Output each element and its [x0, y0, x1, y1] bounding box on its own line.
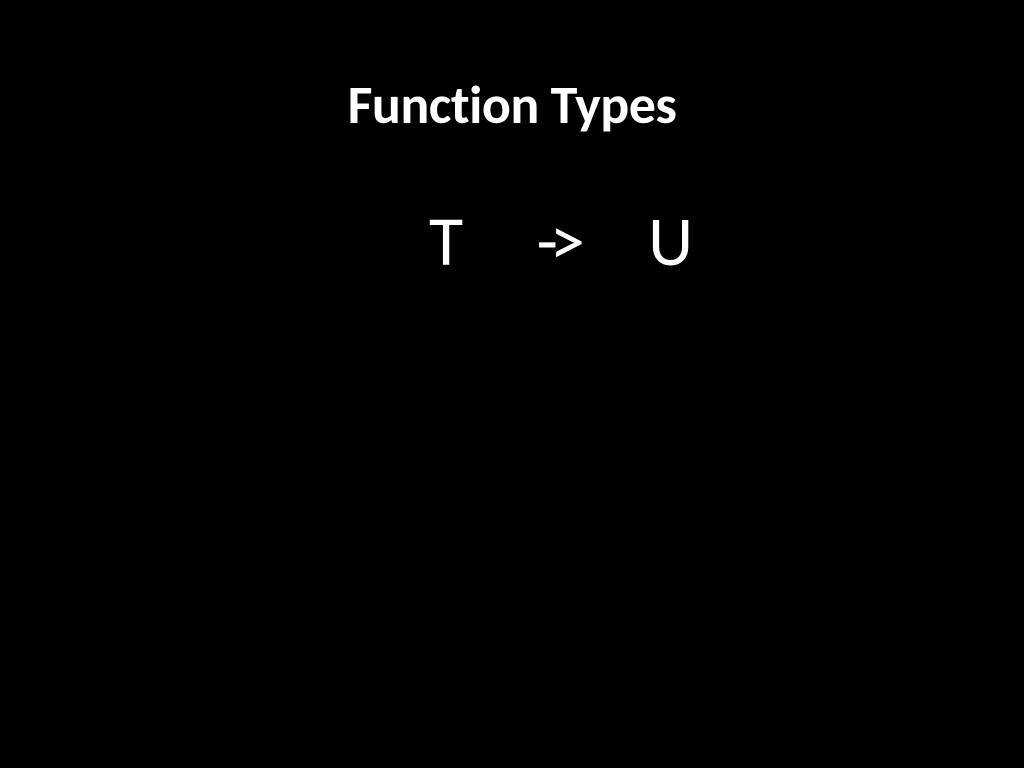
spacer	[483, 198, 519, 284]
spacer	[595, 198, 631, 284]
arrow-operator: ->	[536, 198, 576, 284]
type-parameter-left: T	[429, 198, 465, 284]
slide-title: Function Types	[0, 72, 1024, 138]
type-parameter-right: U	[648, 198, 695, 284]
slide-container: Function Types T -> U	[0, 0, 1024, 768]
function-type-expression: T -> U	[0, 198, 1024, 284]
